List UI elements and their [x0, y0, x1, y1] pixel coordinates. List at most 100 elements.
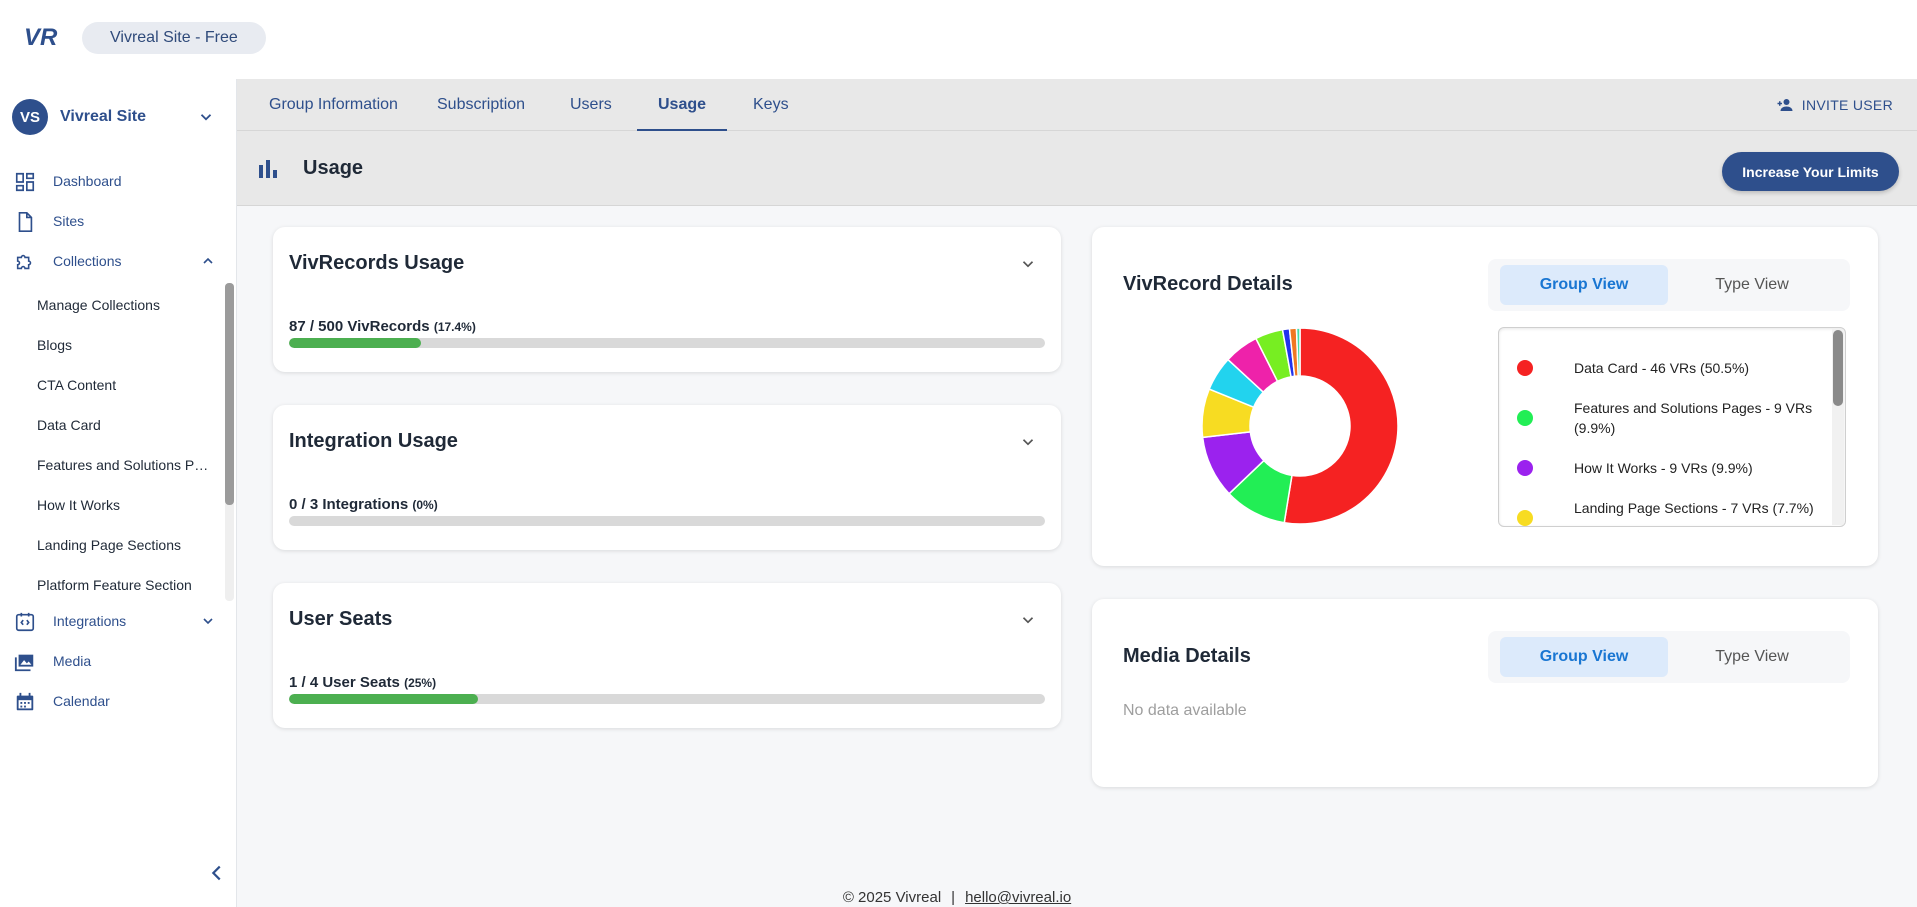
card-title: VivRecord Details — [1123, 273, 1293, 295]
usage-count: 1 / 4 User Seats (25%) — [289, 674, 436, 691]
legend-label: Data Card - 46 VRs (50.5%) — [1574, 360, 1750, 376]
copyright-text: © 2025 Vivreal — [842, 889, 942, 906]
account-name: Vivreal Site — [60, 108, 146, 125]
dashboard-icon — [15, 172, 35, 192]
chevron-down-icon[interactable] — [1019, 433, 1037, 451]
sidebar-item-media[interactable]: Media — [0, 641, 236, 681]
invite-user-button[interactable]: INVITE USER — [1776, 79, 1893, 131]
chevron-down-icon[interactable] — [1019, 611, 1037, 629]
tab-users[interactable]: Users — [562, 79, 620, 131]
vivrecords-usage-card: VivRecords Usage 87 / 500 VivRecords (17… — [273, 227, 1061, 372]
no-data-text: No data available — [1123, 702, 1247, 719]
site-plan-pill[interactable]: Vivreal Site - Free — [82, 22, 266, 54]
type-view-button[interactable]: Type View — [1668, 637, 1836, 677]
collections-scrollbar-thumb[interactable] — [225, 283, 234, 505]
person-add-icon — [1777, 99, 1793, 111]
card-title: User Seats — [289, 608, 393, 630]
card-title: VivRecords Usage — [289, 252, 465, 274]
collection-item-platform-feature[interactable]: Platform Feature Section — [37, 577, 213, 593]
progress-fill — [289, 694, 478, 704]
view-toggle: Group View Type View — [1488, 631, 1850, 683]
chevron-down-icon[interactable] — [200, 613, 216, 629]
chevron-up-icon[interactable] — [200, 253, 216, 269]
tab-subscription[interactable]: Subscription — [429, 79, 533, 131]
tab-bar: Group Information Subscription Users Usa… — [237, 79, 1917, 131]
account-switcher[interactable]: VS Vivreal Site — [12, 99, 227, 135]
collection-item-cta-content[interactable]: CTA Content — [37, 377, 213, 393]
group-view-button[interactable]: Group View — [1500, 265, 1668, 305]
sidebar-item-calendar[interactable]: Calendar — [0, 681, 236, 721]
sidebar-item-sites[interactable]: Sites — [0, 201, 236, 241]
card-title: Media Details — [1123, 645, 1251, 667]
legend-dot — [1517, 360, 1533, 376]
sidebar-item-label: Media — [53, 653, 92, 669]
usage-percent: (17.4%) — [433, 320, 476, 334]
legend-dot — [1517, 510, 1533, 526]
progress-bar — [289, 338, 1045, 348]
progress-bar — [289, 694, 1045, 704]
sidebar-item-integrations[interactable]: Integrations — [0, 601, 236, 641]
legend-label: Features and Solutions Pages - 9 VRs (9.… — [1574, 400, 1813, 436]
view-toggle: Group View Type View — [1488, 259, 1850, 311]
legend-dot — [1517, 410, 1533, 426]
legend-dot — [1517, 460, 1533, 476]
contact-email-link[interactable]: hello@vivreal.io — [965, 889, 1071, 906]
sidebar-item-label: Sites — [53, 213, 85, 229]
media-details-card: Media Details Group View Type View No da… — [1092, 599, 1878, 787]
collection-item-blogs[interactable]: Blogs — [37, 337, 213, 353]
main-content: Group Information Subscription Users Usa… — [237, 79, 1917, 907]
sidebar-item-label: Integrations — [53, 613, 127, 629]
chevron-down-icon[interactable] — [1019, 255, 1037, 273]
bar-chart-icon — [259, 160, 277, 178]
card-title: Integration Usage — [289, 430, 458, 452]
tab-keys[interactable]: Keys — [745, 79, 797, 131]
usage-percent: (25%) — [404, 676, 437, 690]
collection-item-features-solutions[interactable]: Features and Solutions Pages — [37, 457, 213, 473]
usage-count: 0 / 3 Integrations (0%) — [289, 496, 438, 513]
usage-count: 87 / 500 VivRecords (17.4%) — [289, 318, 476, 335]
top-header: VR Vivreal Site - Free — [0, 0, 1917, 79]
vivrecord-donut-chart[interactable] — [1200, 326, 1400, 526]
usage-percent: (0%) — [412, 498, 438, 512]
page-header: Usage Increase Your Limits — [237, 131, 1917, 206]
puzzle-icon — [16, 254, 32, 270]
chevron-down-icon — [200, 114, 212, 121]
increase-limits-button[interactable]: Increase Your Limits — [1722, 152, 1899, 191]
integration-icon — [15, 612, 35, 632]
progress-bar — [289, 516, 1045, 526]
collections-list: Manage Collections Blogs CTA Content Dat… — [0, 283, 236, 601]
user-seats-card: User Seats 1 / 4 User Seats (25%) — [273, 583, 1061, 728]
type-view-button[interactable]: Type View — [1668, 265, 1836, 305]
collapse-sidebar-icon[interactable] — [206, 862, 228, 884]
invite-user-label: INVITE USER — [1801, 97, 1893, 113]
tab-usage[interactable]: Usage — [637, 79, 727, 131]
footer: © 2025 Vivreal | hello@vivreal.io — [237, 889, 1677, 906]
sidebar-item-label: Collections — [53, 253, 122, 269]
group-view-button[interactable]: Group View — [1500, 637, 1668, 677]
vivreal-logo[interactable]: VR — [24, 24, 68, 50]
usage-text: 1 / 4 User Seats — [289, 674, 400, 691]
legend-label: How It Works - 9 VRs (9.9%) — [1574, 460, 1753, 476]
footer-separator: | — [951, 889, 956, 906]
usage-text: 0 / 3 Integrations — [289, 496, 409, 513]
collection-item-manage-collections[interactable]: Manage Collections — [37, 297, 213, 313]
integration-usage-card: Integration Usage 0 / 3 Integrations (0%… — [273, 405, 1061, 550]
sidebar-item-label: Dashboard — [53, 173, 122, 189]
progress-fill — [289, 338, 421, 348]
donut-slice-0[interactable] — [1283, 327, 1399, 525]
tab-group-information[interactable]: Group Information — [261, 79, 406, 131]
page-title: Usage — [303, 157, 364, 179]
collection-item-data-card[interactable]: Data Card — [37, 417, 213, 433]
sidebar-item-dashboard[interactable]: Dashboard — [0, 161, 236, 201]
avatar: VS — [12, 99, 48, 135]
collection-item-how-it-works[interactable]: How It Works — [37, 497, 213, 513]
sidebar: VS Vivreal Site Dashboard Sites Collecti… — [0, 79, 237, 907]
collection-item-landing-page-sections[interactable]: Landing Page Sections — [37, 537, 213, 553]
svg-text:VR: VR — [24, 24, 58, 50]
photo-library-icon — [14, 654, 34, 672]
file-icon — [18, 212, 33, 232]
sidebar-item-collections[interactable]: Collections — [0, 241, 236, 281]
legend-scrollbar-thumb[interactable] — [1833, 330, 1843, 406]
legend-label: Landing Page Sections - 7 VRs (7.7%) — [1574, 500, 1814, 516]
chart-legend: Data Card - 46 VRs (50.5%) Features and … — [1498, 327, 1846, 527]
